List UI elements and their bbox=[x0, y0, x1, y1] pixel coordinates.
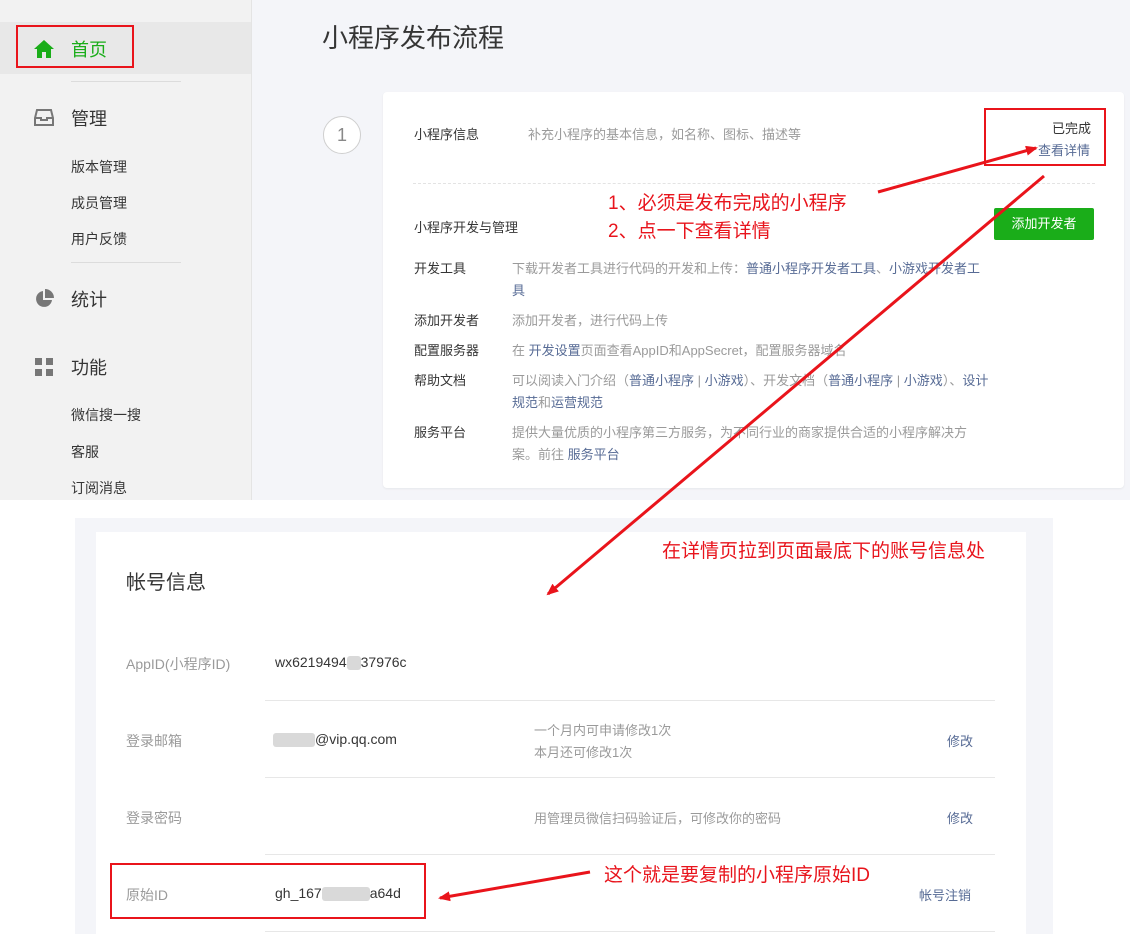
annotation-arrow-scroll bbox=[546, 174, 1045, 596]
annotation-arrow-details bbox=[877, 145, 1038, 194]
annotation-arrows bbox=[438, 145, 1045, 902]
annotation-arrow-origin-id bbox=[438, 870, 591, 902]
